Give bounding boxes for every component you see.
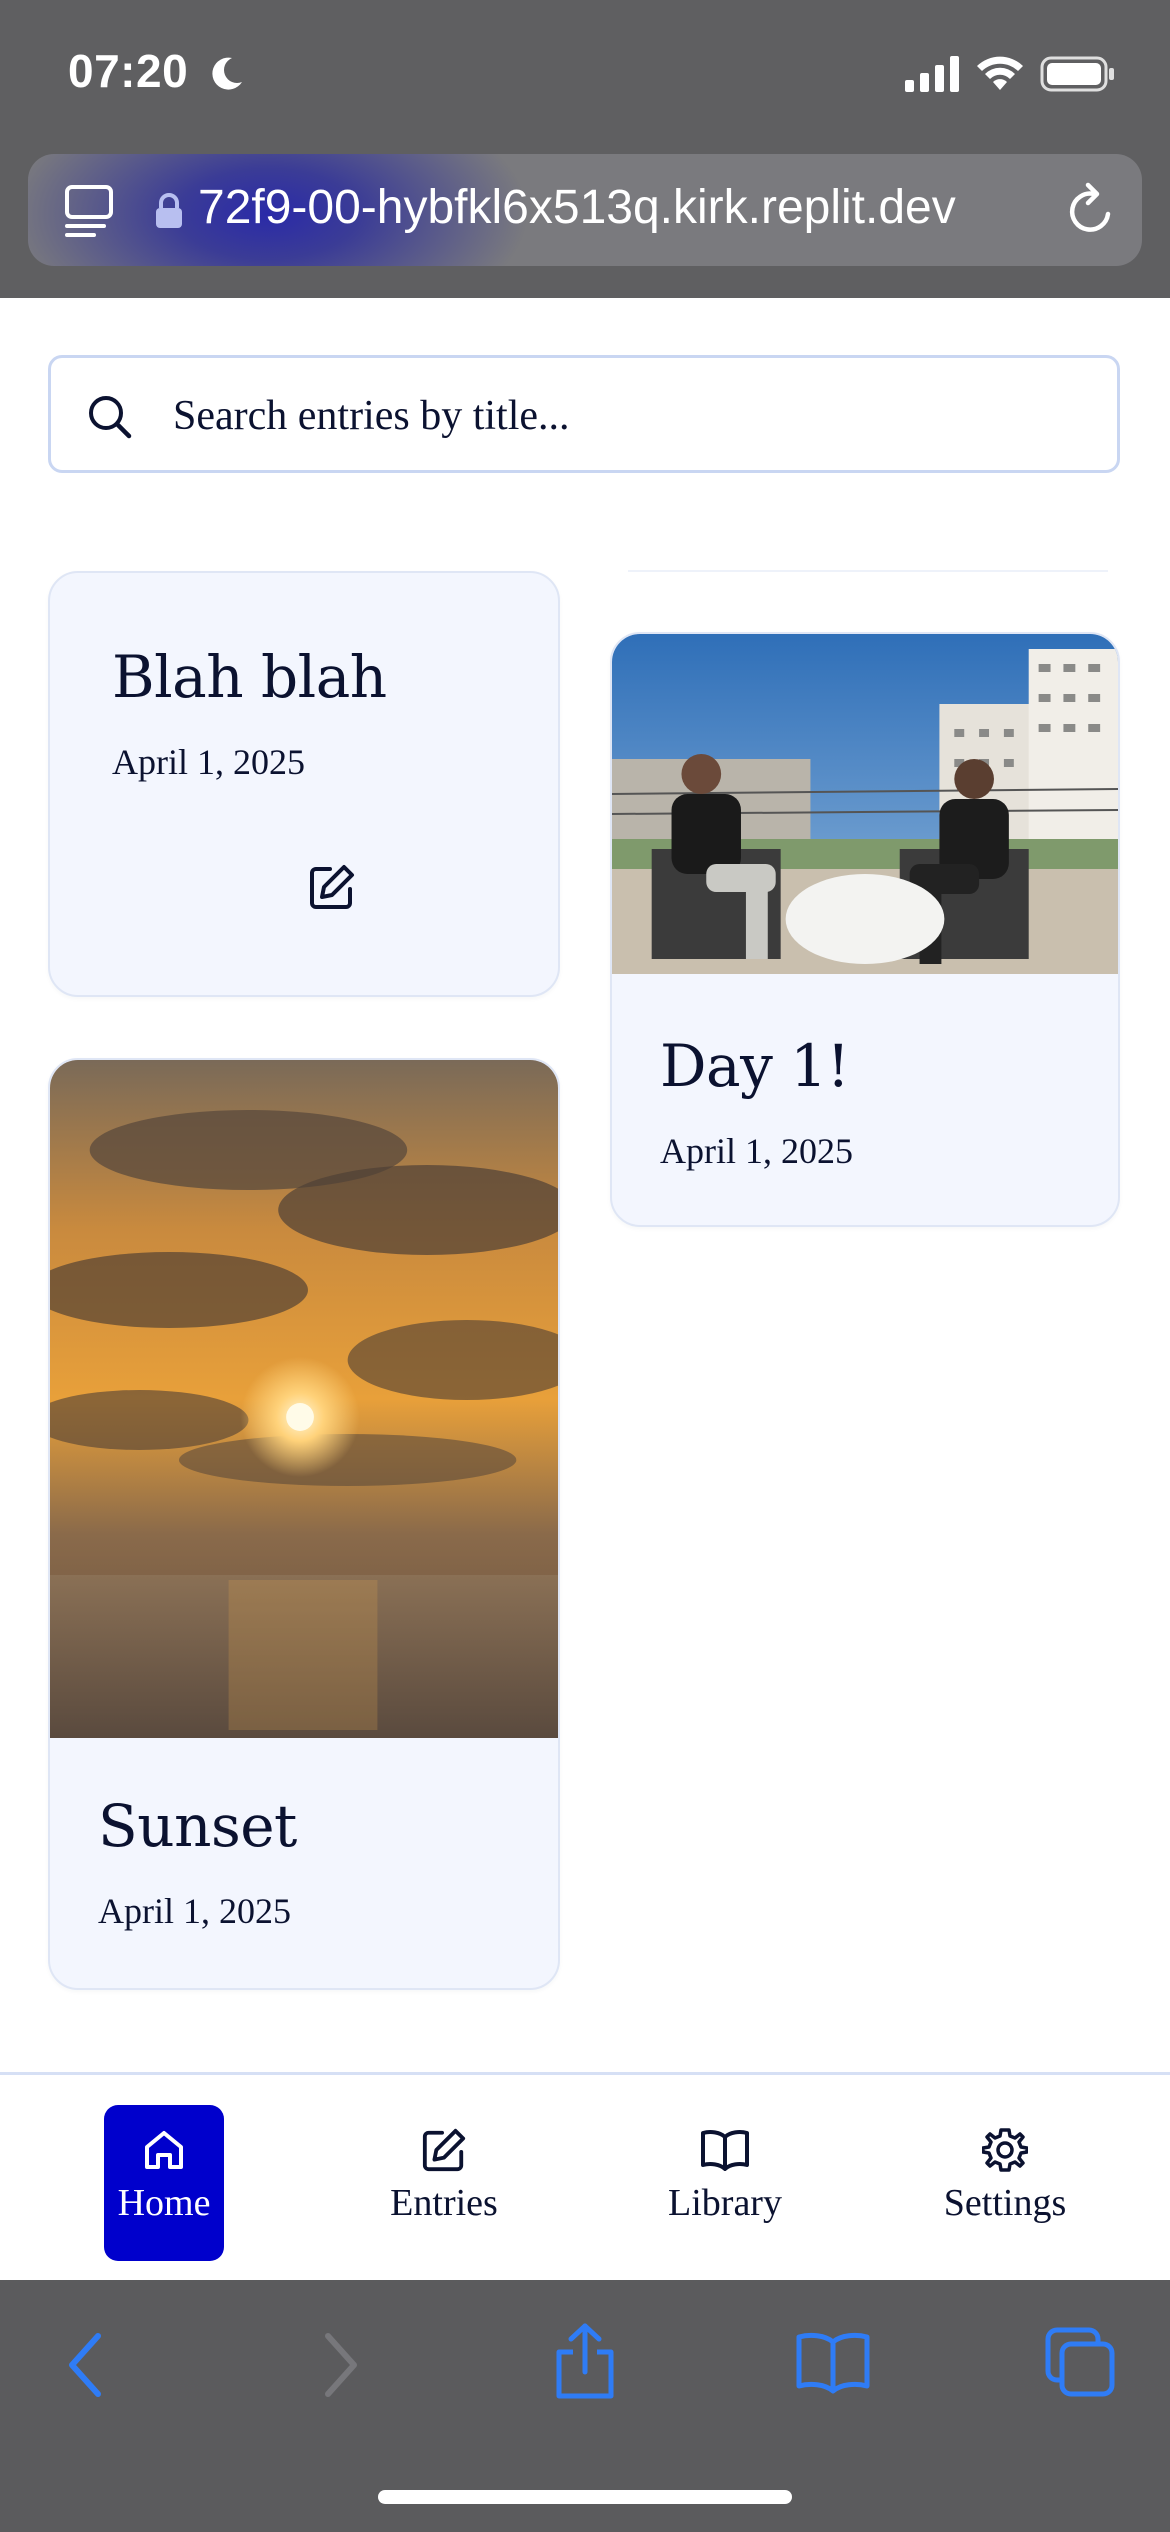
edit-icon[interactable]: [308, 863, 356, 911]
entry-card[interactable]: Blah blah April 1, 2025: [48, 571, 560, 997]
tabs-overview-icon[interactable]: [1044, 2326, 1116, 2398]
bookmarks-icon[interactable]: [795, 2330, 871, 2394]
wifi-icon: [977, 56, 1023, 90]
entry-date: April 1, 2025: [112, 742, 305, 782]
nav-label: Entries: [390, 2182, 498, 2224]
nav-label: Home: [117, 2182, 211, 2224]
entry-card[interactable]: Day 1! April 1, 2025: [610, 632, 1120, 1227]
status-time: 07:20: [68, 45, 189, 97]
nav-label: Library: [668, 2182, 782, 2224]
entry-photo: [50, 1060, 558, 1738]
nav-settings[interactable]: Settings: [944, 2105, 1066, 2261]
card-divider: [628, 570, 1108, 576]
search-icon: [89, 396, 132, 439]
address-bar[interactable]: 72f9-00-hybfkl6x513q.kirk.replit.dev: [28, 154, 1142, 266]
home-icon: [145, 2131, 183, 2169]
search-bar[interactable]: [48, 355, 1120, 473]
entry-date: April 1, 2025: [98, 1891, 291, 1931]
nav-label: Settings: [943, 2182, 1067, 2224]
entry-date: April 1, 2025: [660, 1131, 853, 1171]
edit-icon: [422, 2128, 466, 2172]
entry-title: Blah blah: [112, 643, 387, 711]
reload-icon[interactable]: [1064, 182, 1118, 238]
signal-icon: [905, 56, 959, 92]
browser-chrome: 07:20 72f9-00-hybfkl6x513q.kirk.replit.d…: [0, 0, 1170, 298]
book-icon: [701, 2130, 749, 2171]
lock-icon: [156, 193, 182, 228]
url-text[interactable]: 72f9-00-hybfkl6x513q.kirk.replit.dev: [198, 180, 1078, 242]
search-input[interactable]: [171, 380, 1095, 452]
moon-icon: [212, 57, 242, 90]
battery-icon: [1040, 56, 1114, 92]
back-icon[interactable]: [66, 2332, 106, 2398]
entry-title: Day 1!: [660, 1032, 850, 1100]
share-icon[interactable]: [553, 2322, 617, 2400]
home-indicator: [378, 2490, 792, 2504]
nav-home[interactable]: Home: [104, 2105, 224, 2261]
entry-photo: [612, 634, 1118, 974]
nav-entries[interactable]: Entries: [384, 2105, 504, 2261]
nav-library[interactable]: Library: [665, 2105, 785, 2261]
gear-icon: [982, 2128, 1028, 2172]
bottom-nav: Home Entries Library Settings: [0, 2072, 1170, 2283]
tabs-icon[interactable]: [64, 184, 114, 238]
forward-icon[interactable]: [320, 2332, 360, 2398]
entry-card[interactable]: Sunset April 1, 2025: [48, 1058, 560, 1990]
entry-title: Sunset: [98, 1792, 297, 1860]
